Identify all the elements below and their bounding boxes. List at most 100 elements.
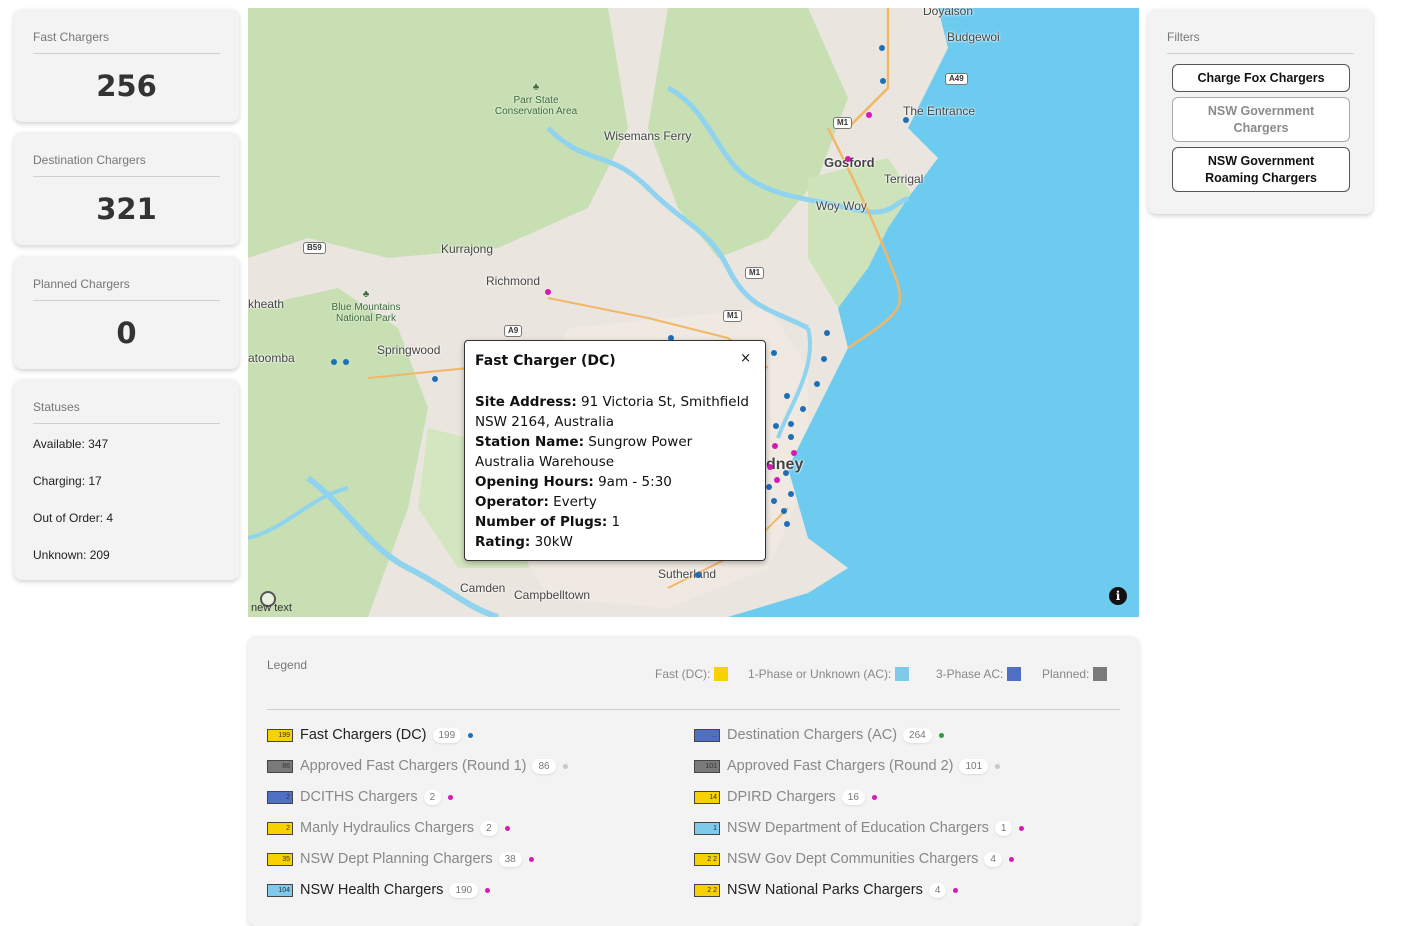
charger-marker[interactable] [695,572,701,578]
legend-item-label: DCITHS Chargers [300,789,418,805]
popup-body: Site Address: 91 Victoria St, Smithfield… [475,392,755,552]
road-shield-m1: M1 [745,267,765,279]
popup-title: Fast Charger (DC) [475,353,616,369]
count-badge: 86 [532,758,556,774]
charger-marker[interactable] [788,491,794,497]
marker-dot-icon [528,856,534,862]
charger-type-icon: 101 [694,759,720,773]
charger-type-icon: 35 [267,852,293,866]
charger-marker[interactable] [432,376,438,382]
marker-dot-icon [485,887,491,893]
status-charging: Charging: 17 [33,474,102,488]
divider [33,176,220,177]
count-badge: 38 [498,851,522,867]
charger-marker[interactable] [343,359,349,365]
legend-item-label: Approved Fast Chargers (Round 1) [300,758,527,774]
charger-marker[interactable] [814,381,820,387]
map-label-wisemans-ferry: Wisemans Ferry [604,129,692,143]
legend-item[interactable]: 1 NSW Department of Education Chargers 1 [694,820,1025,836]
road-shield-a49: A49 [945,73,968,85]
charger-popup: Fast Charger (DC) × Site Address: 91 Vic… [464,340,766,561]
destination-chargers-title: Destination Chargers [33,153,146,167]
charger-marker[interactable] [773,423,779,429]
legend-item[interactable]: 2 Manly Hydraulics Chargers 2 [267,820,510,836]
charger-marker[interactable] [800,406,806,412]
charger-marker[interactable] [771,498,777,504]
marker-dot-icon [995,763,1001,769]
charger-type-icon: 199 [267,728,293,742]
fast-chargers-count: 256 [96,69,157,103]
charger-marker[interactable] [767,464,773,470]
legend-item[interactable]: 2 DCITHS Chargers 2 [267,789,454,805]
legend-item-label: NSW National Parks Chargers [727,882,923,898]
legend-item[interactable]: ... Destination Chargers (AC) 264 [694,727,944,743]
info-icon[interactable]: i [1109,587,1127,605]
map-label-katoomba: atoomba [248,351,295,365]
legend-item[interactable]: 14 DPIRD Chargers 16 [694,789,877,805]
filter-charge-fox-button[interactable]: Charge Fox Chargers [1172,64,1350,92]
charger-marker[interactable] [771,350,777,356]
statuses-title: Statuses [33,400,80,414]
legend-item[interactable]: 104 NSW Health Chargers 190 [267,882,491,898]
charger-marker[interactable] [824,330,830,336]
charger-marker[interactable] [774,477,780,483]
legend-key-ac3: 3-Phase AC: [936,667,1022,681]
status-available: Available: 347 [33,437,109,451]
divider [33,423,220,424]
close-icon[interactable]: × [740,351,751,366]
charger-marker[interactable] [784,521,790,527]
charger-marker[interactable] [783,470,789,476]
marker-dot-icon [871,794,877,800]
divider [1167,53,1354,54]
popup-station-name: Station Name: Sungrow Power Australia Wa… [475,434,693,470]
legend-item[interactable]: 199 Fast Chargers (DC) 199 [267,727,474,743]
charger-marker[interactable] [880,78,886,84]
charger-marker[interactable] [791,450,797,456]
count-badge: 101 [959,758,989,774]
filter-nsw-government-button[interactable]: NSW Government Chargers [1172,97,1350,142]
charger-marker[interactable] [781,508,787,514]
legend-item[interactable]: 2 2 NSW National Parks Chargers 4 [694,882,959,898]
filter-nsw-roaming-button[interactable]: NSW Government Roaming Chargers [1172,147,1350,192]
map-label-springwood: Springwood [377,343,441,357]
charger-type-icon: 1 [694,821,720,835]
road-shield-a9: A9 [504,325,523,337]
fast-swatch [714,667,729,681]
charger-marker[interactable] [784,393,790,399]
legend-item[interactable]: 35 NSW Dept Planning Chargers 38 [267,851,534,867]
count-badge: 264 [903,727,932,743]
legend-item[interactable]: 2 2 NSW Gov Dept Communities Chargers 4 [694,851,1014,867]
filters-card: Filters Charge Fox Chargers NSW Governme… [1148,9,1373,214]
charger-marker[interactable] [788,434,794,440]
charger-marker[interactable] [879,45,885,51]
legend-item-label: DPIRD Chargers [727,789,836,805]
charger-marker[interactable] [903,117,909,123]
popup-operator: Operator: Everty [475,494,597,510]
charger-marker[interactable] [772,443,778,449]
charger-marker[interactable] [788,421,794,427]
map-watermark: new text [251,602,292,614]
planned-chargers-title: Planned Chargers [33,277,130,291]
fast-chargers-title: Fast Chargers [33,30,110,44]
legend-item[interactable]: 86 Approved Fast Chargers (Round 1) 86 [267,758,568,774]
charger-marker[interactable] [821,356,827,362]
charger-marker[interactable] [845,156,851,162]
divider [33,53,220,54]
marker-dot-icon [504,825,510,831]
legend-item-label: NSW Dept Planning Chargers [300,851,493,867]
count-badge: 199 [432,727,462,743]
map-label-kurrajong: Kurrajong [441,242,494,256]
fast-chargers-card: Fast Chargers 256 [14,9,239,122]
charger-marker[interactable] [331,359,337,365]
legend-title: Legend [267,658,308,672]
legend-item[interactable]: 101 Approved Fast Chargers (Round 2) 101 [694,758,1001,774]
map-label-terrigal: Terrigal [884,172,924,186]
charger-marker[interactable] [866,112,872,118]
map-park-blue-mountains: Blue Mountains National Park [331,302,401,324]
charger-type-icon: 2 [267,821,293,835]
legend-item-label: Approved Fast Chargers (Round 2) [727,758,954,774]
charger-marker[interactable] [766,484,772,490]
road-shield-m1: M1 [723,310,743,322]
charger-type-icon: 104 [267,883,293,897]
charger-marker[interactable] [545,289,551,295]
